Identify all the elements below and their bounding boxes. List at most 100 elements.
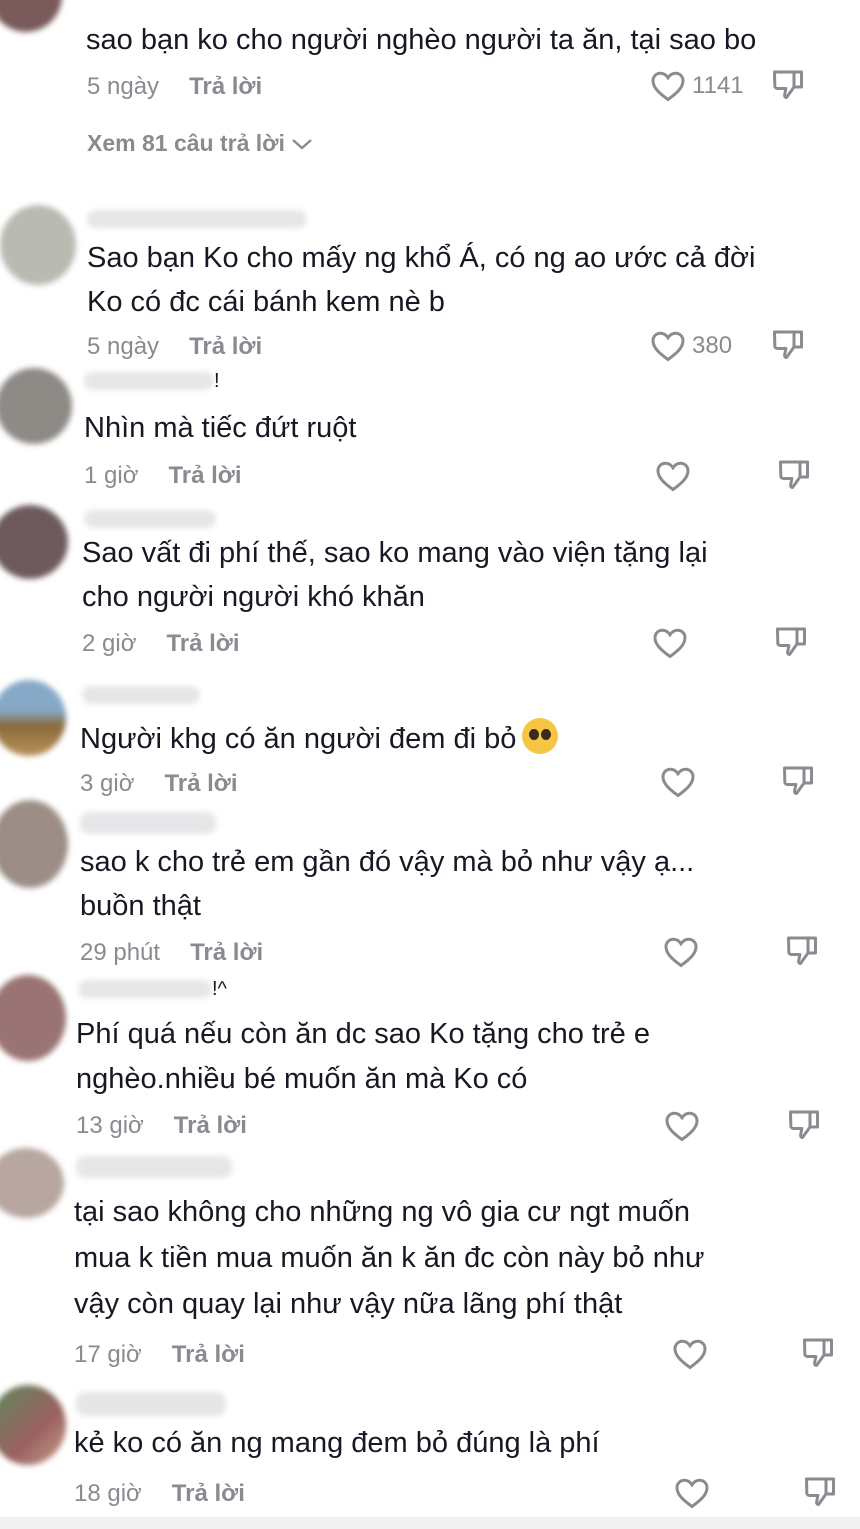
dislike-button[interactable] (802, 1473, 842, 1513)
heart-outline-icon (653, 628, 687, 659)
view-replies-label: Xem 81 câu trả lời (87, 130, 285, 156)
thumbs-down-icon (803, 1338, 833, 1367)
reply-button[interactable]: Trả lời (164, 770, 237, 797)
view-replies-button[interactable]: Xem 81 câu trả lời (87, 130, 313, 157)
comment-meta: 5 ngày Trả lời (87, 333, 262, 361)
comment-text-line: mua k tiền mua muốn ăn k ăn đc còn này b… (74, 1242, 705, 1274)
comment-text-line: Sao bạn Ko cho mấy ng khổ Á, có ng ao ướ… (87, 242, 756, 274)
comment-meta: 1 giờ Trả lời (84, 462, 242, 490)
comment-time: 5 ngày (87, 333, 160, 360)
like-button[interactable] (664, 1106, 706, 1146)
like-count: 380 (692, 332, 733, 359)
dislike-button[interactable] (800, 1334, 840, 1374)
thumbs-down-icon (773, 70, 803, 99)
like-button[interactable]: 380 (650, 326, 732, 366)
username-blurred (76, 1156, 232, 1178)
reply-button[interactable]: Trả lời (166, 630, 239, 657)
username-blurred (87, 210, 307, 228)
dislike-button[interactable] (780, 762, 820, 802)
avatar[interactable] (0, 800, 68, 888)
comment-meta: 3 giờ Trả lời (80, 770, 238, 798)
comment-meta: 13 giờ Trả lời (76, 1112, 247, 1140)
avatar[interactable] (0, 205, 76, 285)
thumbs-down-icon (805, 1477, 835, 1506)
comment-meta: 29 phút Trả lời (80, 939, 263, 967)
heart-outline-icon (673, 1339, 707, 1370)
comment-text: Người khg có ăn người đem đi bỏ (80, 717, 559, 761)
comment-text: sao bạn ko cho người nghèo người ta ăn, … (86, 24, 757, 56)
like-button[interactable]: 1141 (650, 66, 744, 106)
dislike-button[interactable] (770, 326, 810, 366)
dislike-button[interactable] (786, 1106, 826, 1146)
dislike-button[interactable] (776, 456, 816, 496)
username-blurred (82, 686, 200, 704)
comment-meta: 5 ngày Trả lời (87, 73, 262, 101)
thumbs-down-icon (783, 766, 813, 795)
username-blurred (80, 812, 216, 834)
avatar[interactable] (0, 680, 66, 756)
username-blurred (84, 372, 214, 390)
comment-time: 13 giờ (76, 1112, 144, 1139)
like-button[interactable] (674, 1473, 716, 1513)
avatar[interactable] (0, 1385, 66, 1465)
reply-button[interactable]: Trả lời (189, 73, 262, 100)
comment-meta: 17 giờ Trả lời (74, 1341, 245, 1369)
like-button[interactable] (672, 1334, 714, 1374)
like-button[interactable] (655, 456, 697, 496)
comment-time: 3 giờ (80, 770, 135, 797)
reply-button[interactable]: Trả lời (174, 1112, 247, 1139)
comment-text-line: nghèo.nhiều bé muốn ăn mà Ko có (76, 1063, 528, 1095)
comment-text-line: tại sao không cho những ng vô gia cư ngt… (74, 1196, 691, 1228)
thumbs-down-icon (776, 627, 806, 656)
comment-text-line: cho người người khó khăn (82, 581, 425, 613)
username-fragment: ! (214, 370, 220, 392)
chevron-down-icon (292, 138, 312, 150)
heart-outline-icon (656, 461, 690, 492)
avatar[interactable] (0, 368, 72, 444)
dislike-button[interactable] (784, 932, 824, 972)
heart-outline-icon (651, 71, 685, 102)
comment-text: kẻ ko có ăn ng mang đem bỏ đúng là phí (74, 1427, 600, 1459)
dislike-button[interactable] (773, 623, 813, 663)
reply-button[interactable]: Trả lời (172, 1341, 245, 1368)
thumbs-down-icon (789, 1110, 819, 1139)
username-fragment: !^ (212, 978, 227, 1000)
bottom-edge (0, 1517, 860, 1529)
username-blurred (84, 510, 216, 528)
heart-outline-icon (651, 331, 685, 362)
comment-meta: 2 giờ Trả lời (82, 630, 240, 658)
comment-text-line: buồn thật (80, 890, 201, 922)
avatar[interactable] (0, 975, 66, 1061)
comment-time: 29 phút (80, 939, 161, 966)
comment-text-line: sao k cho trẻ em gần đó vậy mà bỏ như vậ… (80, 846, 695, 878)
username-blurred (76, 1392, 226, 1416)
like-button[interactable] (652, 623, 694, 663)
heart-outline-icon (665, 1111, 699, 1142)
comment-text: Nhìn mà tiếc đứt ruột (84, 412, 357, 444)
thumbs-down-icon (773, 330, 803, 359)
comment-time: 18 giờ (74, 1480, 142, 1507)
comment-time: 5 ngày (87, 73, 160, 100)
avatar[interactable] (0, 1148, 64, 1218)
username-blurred (78, 980, 212, 998)
heart-outline-icon (664, 937, 698, 968)
like-button[interactable] (663, 932, 705, 972)
comment-time: 1 giờ (84, 462, 139, 489)
pleading-face-icon (522, 718, 559, 754)
reply-button[interactable]: Trả lời (168, 462, 241, 489)
dislike-button[interactable] (770, 66, 810, 106)
like-button[interactable] (660, 762, 702, 802)
comment-text-line: Phí quá nếu còn ăn dc sao Ko tặng cho tr… (76, 1018, 650, 1050)
reply-button[interactable]: Trả lời (189, 333, 262, 360)
comment-time: 2 giờ (82, 630, 137, 657)
comment-text-line: Ko có đc cái bánh kem nè b (87, 286, 445, 318)
heart-outline-icon (675, 1478, 709, 1509)
comment-meta: 18 giờ Trả lời (74, 1480, 245, 1508)
comment-text-line: vậy còn quay lại như vậy nữa lãng phí th… (74, 1288, 623, 1320)
like-count: 1141 (692, 72, 744, 99)
reply-button[interactable]: Trả lời (190, 939, 263, 966)
reply-button[interactable]: Trả lời (172, 1480, 245, 1507)
avatar[interactable] (0, 505, 68, 579)
avatar[interactable] (0, 0, 62, 32)
thumbs-down-icon (779, 460, 809, 489)
